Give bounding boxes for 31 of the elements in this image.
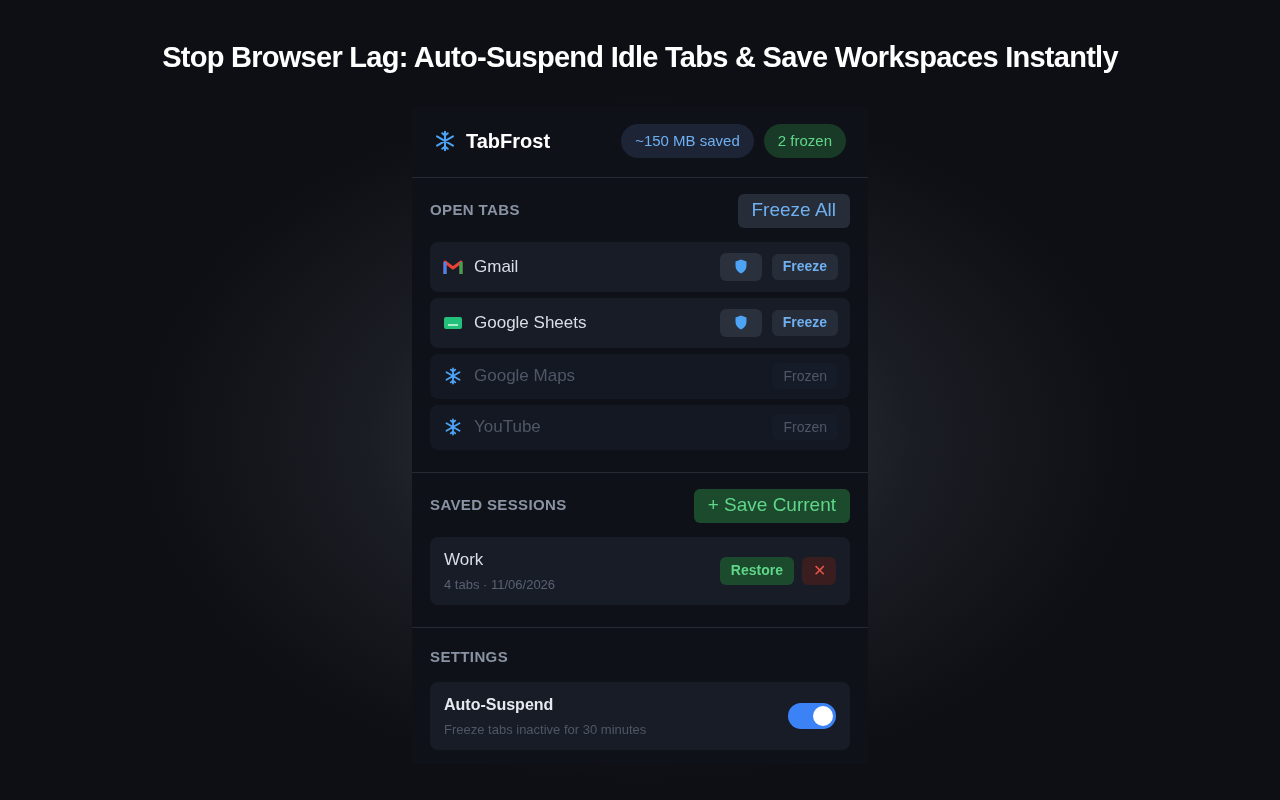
snowflake-icon (444, 418, 462, 436)
session-details: 4 tabs · 11/06/2026 (444, 576, 557, 594)
protect-button[interactable] (719, 308, 762, 337)
tab-title: Google Sheets (474, 311, 588, 334)
shield-icon (734, 315, 747, 330)
session-name: Work (444, 548, 485, 571)
tab-title: Gmail (474, 255, 520, 278)
frozen-count-badge: 2 frozen (763, 123, 846, 159)
snowflake-icon (444, 367, 462, 385)
app-title: TabFrost (466, 129, 551, 154)
memory-saved-badge: ~150 MB saved (621, 123, 754, 159)
freeze-button[interactable]: Freeze (771, 253, 838, 280)
snowflake-icon (434, 130, 456, 152)
delete-button[interactable]: ✕ (802, 556, 836, 585)
freeze-button[interactable]: Freeze (771, 309, 838, 336)
headline: Stop Browser Lag: Auto-Suspend Idle Tabs & Save Workspaces Instantly (162, 40, 1118, 75)
setting-label: Auto-Suspend (444, 694, 555, 715)
section-heading: SAVED SESSIONS (430, 495, 567, 516)
spreadsheet-icon (443, 314, 463, 331)
toggle-switch[interactable] (788, 703, 836, 729)
section-heading: OPEN TABS (430, 200, 520, 221)
tab-title: YouTube (474, 416, 542, 439)
freeze-all-button[interactable]: Freeze All (737, 193, 850, 228)
section-heading: SETTINGS (430, 646, 509, 667)
protect-button[interactable] (719, 252, 762, 281)
tab-title: Google Maps (474, 365, 577, 388)
save-current-button[interactable]: + Save Current (693, 488, 850, 523)
setting-description: Freeze tabs inactive for 30 minutes (444, 720, 648, 739)
mail-icon (443, 258, 463, 275)
shield-icon (734, 259, 747, 274)
restore-button[interactable]: Restore (719, 556, 794, 585)
